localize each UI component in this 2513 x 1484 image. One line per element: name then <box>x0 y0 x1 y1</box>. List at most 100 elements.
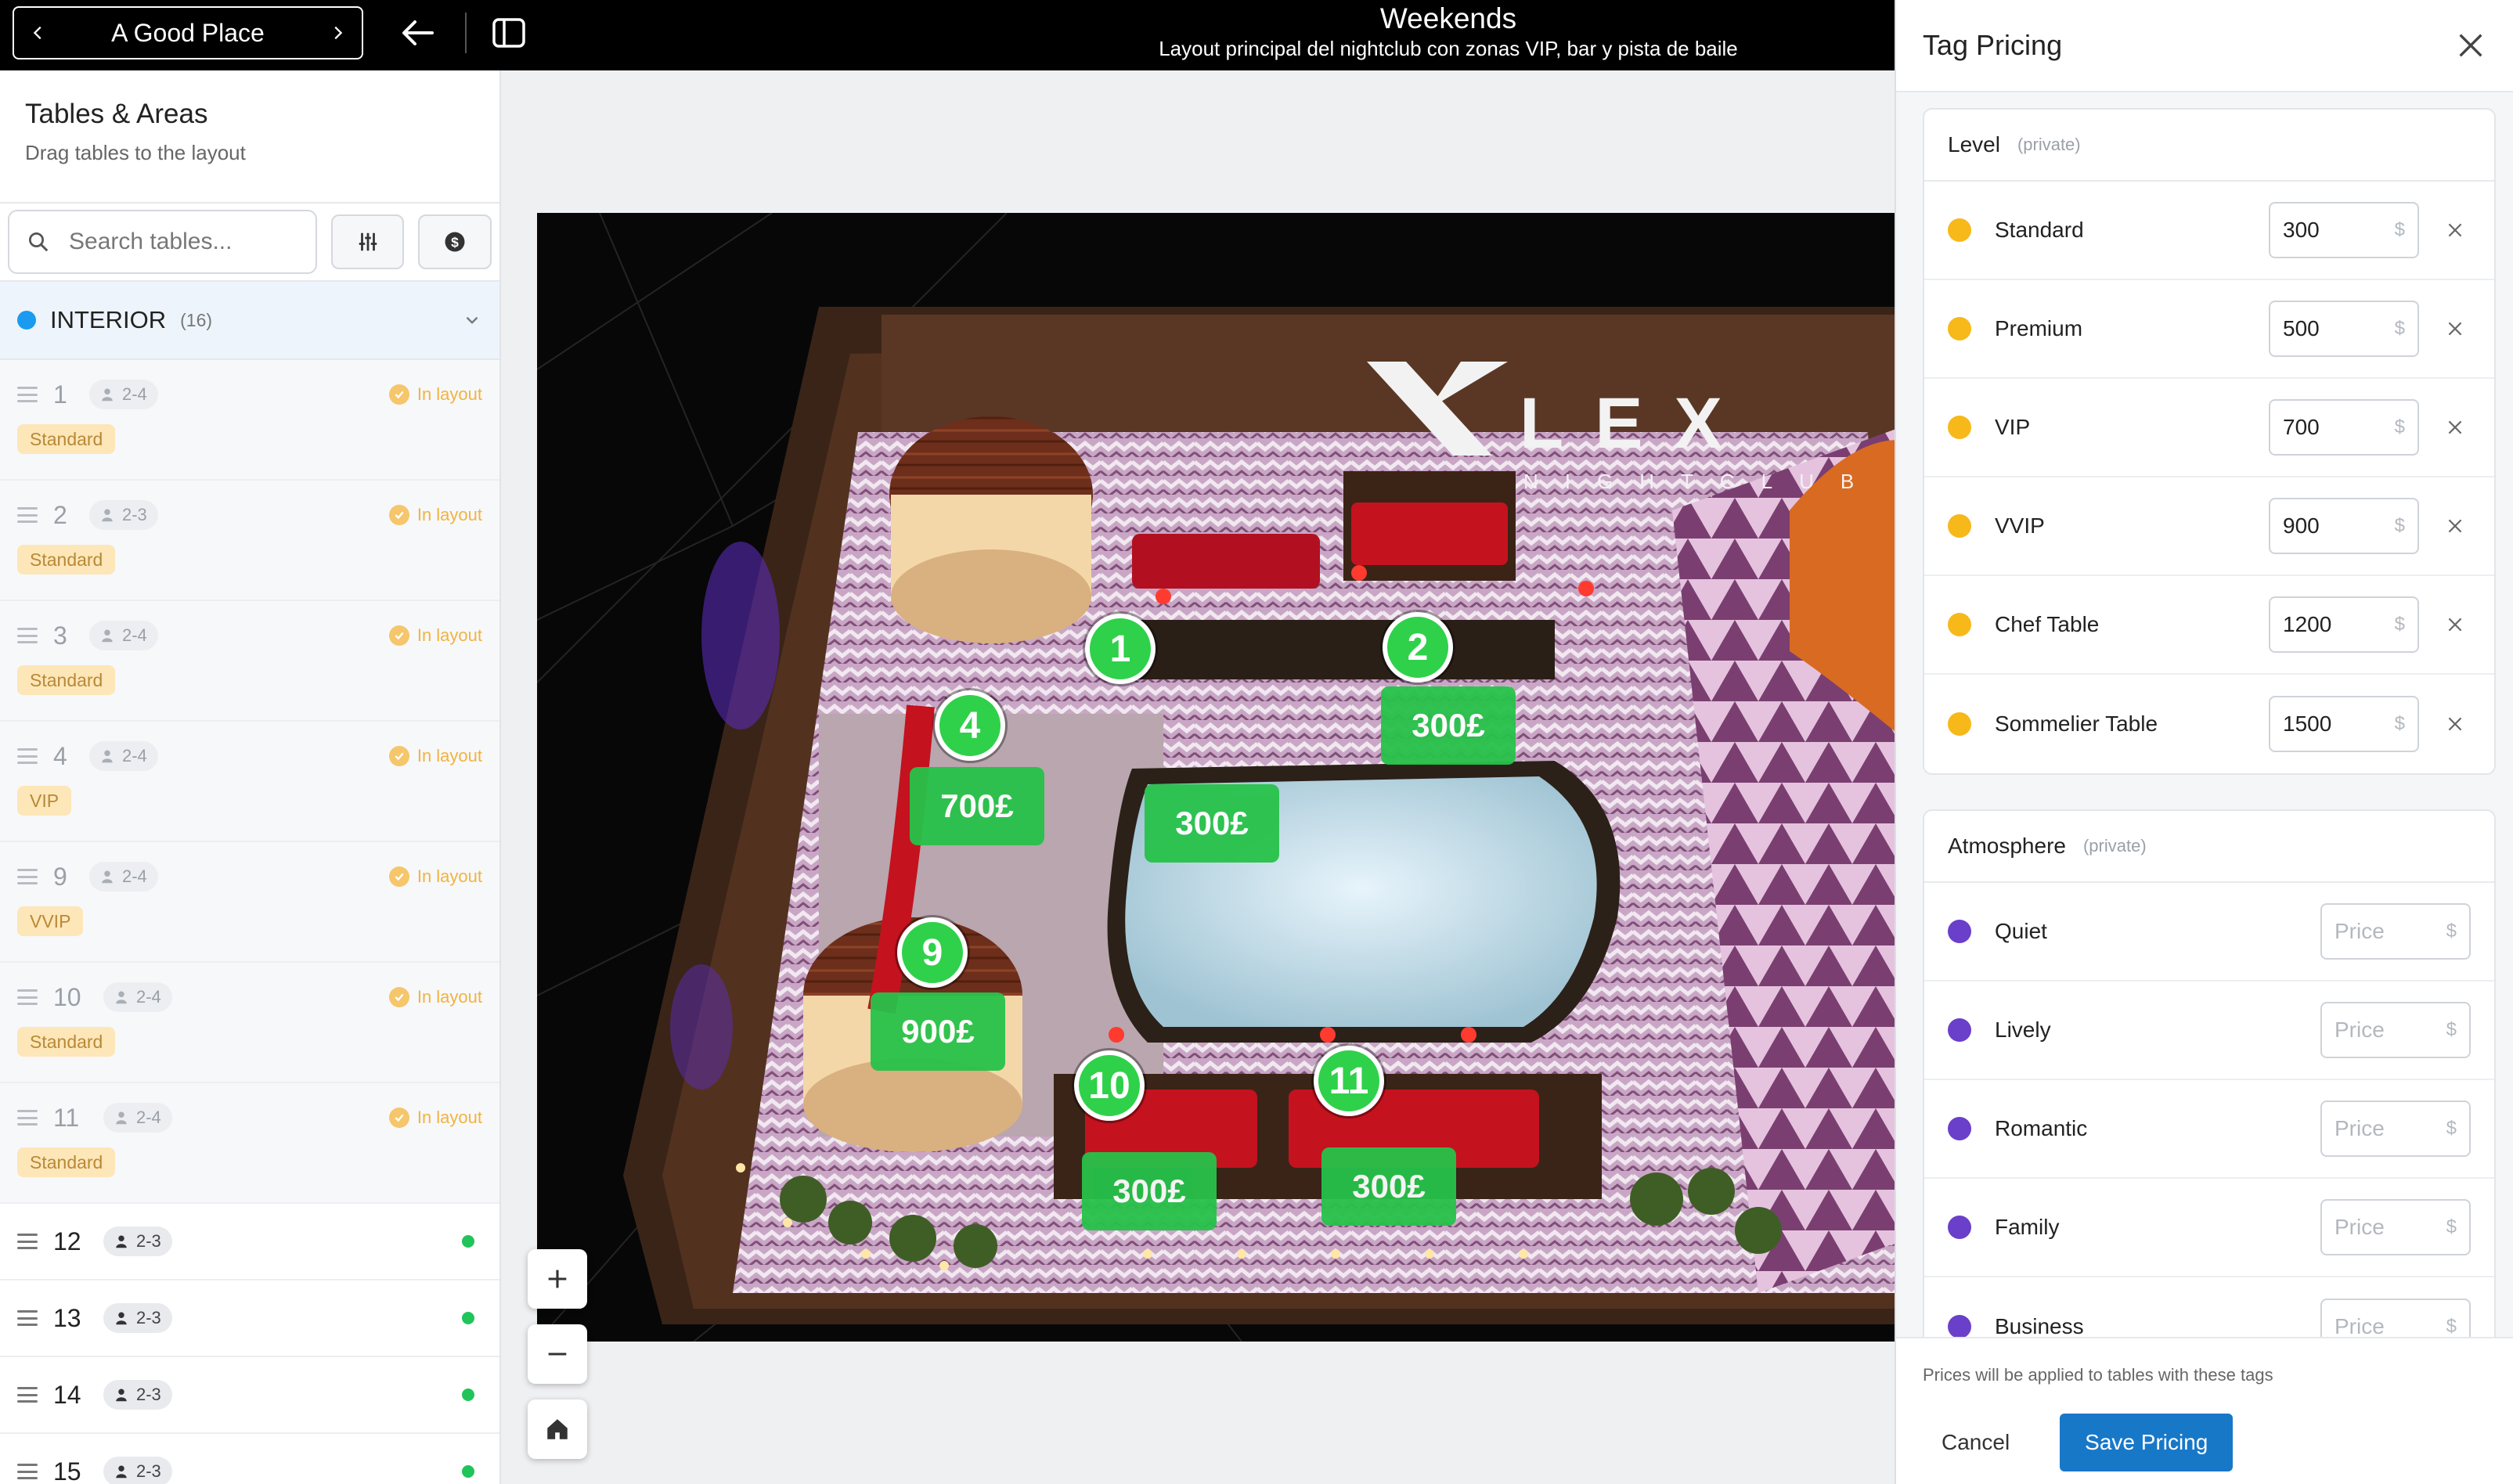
tag-color-dot <box>1948 317 1971 340</box>
toolbar-divider <box>465 13 467 53</box>
price-input[interactable]: 500 $ <box>2269 301 2419 357</box>
cancel-button[interactable]: Cancel <box>1923 1414 2028 1471</box>
back-button[interactable] <box>398 14 438 52</box>
table-row[interactable]: 10 2-4 In layout Standard <box>0 963 499 1083</box>
price-input[interactable]: Price $ <box>2320 1002 2471 1058</box>
person-icon <box>116 1465 127 1479</box>
area-section-interior[interactable]: INTERIOR (16) <box>0 282 499 360</box>
status-text: In layout <box>416 384 482 404</box>
home-icon <box>547 1419 568 1439</box>
save-pricing-button[interactable]: Save Pricing <box>2060 1414 2234 1471</box>
table-row[interactable]: 9 2-4 In layout VVIP <box>0 842 499 963</box>
table-pin[interactable]: 2 <box>1383 612 1453 683</box>
reset-view-button[interactable] <box>528 1399 587 1459</box>
currency-symbol: $ <box>2394 416 2405 438</box>
table-row[interactable]: 1 2-4 In layout Standard <box>0 360 499 481</box>
drag-handle-icon[interactable] <box>17 989 38 1005</box>
search-input[interactable]: Search tables... <box>8 210 317 274</box>
table-pin[interactable]: 9 <box>897 917 968 988</box>
drag-handle-icon[interactable] <box>17 1234 38 1249</box>
price-input[interactable]: Price $ <box>2320 1298 2471 1337</box>
table-number: 9 <box>53 862 67 891</box>
table-pin[interactable]: 11 <box>1314 1046 1384 1116</box>
price-input[interactable]: 1200 $ <box>2269 596 2419 653</box>
filter-button[interactable] <box>330 214 405 269</box>
drag-handle-icon[interactable] <box>17 1310 38 1326</box>
price-input[interactable]: Price $ <box>2320 1199 2471 1255</box>
table-row[interactable]: 2 2-3 In layout Standard <box>0 481 499 601</box>
drag-handle-icon[interactable] <box>17 748 38 764</box>
tag-label: Chef Table <box>1995 612 2100 636</box>
person-icon <box>102 388 113 402</box>
price-input[interactable]: 700 $ <box>2269 399 2419 456</box>
drag-handle-icon[interactable] <box>17 1464 38 1479</box>
price-row: Standard 300 $ <box>1924 182 2494 280</box>
price-placeholder: Price <box>2335 1215 2385 1239</box>
tag-pricing-panel: Tag Pricing Level (private) Standard 300… <box>1895 0 2513 1484</box>
status-text: In layout <box>416 625 482 645</box>
close-icon[interactable] <box>2455 30 2486 61</box>
zoom-out-button[interactable] <box>528 1324 587 1384</box>
panel-header: Tag Pricing <box>1896 0 2513 92</box>
table-row[interactable]: 15 2-3 <box>0 1434 499 1484</box>
remove-price-button[interactable] <box>2439 412 2471 443</box>
drag-handle-icon[interactable] <box>17 387 38 402</box>
price-value: 1200 <box>2283 612 2332 636</box>
capacity-text: 2-3 <box>136 1308 161 1327</box>
price-row: VVIP 900 $ <box>1924 477 2494 576</box>
price-value: 1500 <box>2283 711 2332 736</box>
person-icon <box>102 750 113 763</box>
price-input[interactable]: 900 $ <box>2269 498 2419 554</box>
remove-price-button[interactable] <box>2439 313 2471 344</box>
chevron-right-icon[interactable] <box>329 24 346 41</box>
remove-price-button[interactable] <box>2439 609 2471 640</box>
sidebar-title: Tables & Areas <box>25 99 208 129</box>
capacity-badge: 2-3 <box>89 500 158 530</box>
price-input[interactable]: 1500 $ <box>2269 696 2419 752</box>
capacity-badge: 2-4 <box>89 380 158 409</box>
status-badge: In layout <box>388 384 482 405</box>
layout-subtitle: Layout principal del nightclub con zonas… <box>1159 37 1738 60</box>
table-pin[interactable]: 4 <box>935 690 1005 761</box>
venue-name: A Good Place <box>111 18 265 47</box>
remove-price-button[interactable] <box>2439 214 2471 246</box>
chevron-left-icon[interactable] <box>30 24 47 41</box>
drag-handle-icon[interactable] <box>17 628 38 643</box>
drag-handle-icon[interactable] <box>17 1387 38 1403</box>
zoom-in-button[interactable] <box>528 1249 587 1309</box>
drag-handle-icon[interactable] <box>17 869 38 884</box>
price-input[interactable]: Price $ <box>2320 903 2471 960</box>
tag-color-dot <box>1948 514 1971 538</box>
toggle-sidebar-button[interactable] <box>489 14 529 52</box>
layout-canvas[interactable]: LEX NIGHTCLUB 1 2 4 9 10 11 300£ 300£ 70… <box>501 70 1931 1484</box>
price-row: Family Price $ <box>1924 1179 2494 1277</box>
capacity-badge: 2-3 <box>103 1457 172 1484</box>
venue-selector[interactable]: A Good Place <box>13 6 363 59</box>
table-row[interactable]: 3 2-4 In layout Standard <box>0 601 499 722</box>
price-input[interactable]: Price $ <box>2320 1100 2471 1157</box>
drag-handle-icon[interactable] <box>17 1110 38 1126</box>
table-row[interactable]: 11 2-4 In layout Standard <box>0 1083 499 1204</box>
area-count: (16) <box>180 309 213 330</box>
price-row: VIP 700 $ <box>1924 379 2494 477</box>
floor-plan[interactable]: LEX NIGHTCLUB 1 2 4 9 10 11 300£ 300£ 70… <box>537 213 1931 1342</box>
remove-price-button[interactable] <box>2439 708 2471 740</box>
tag-label: Premium <box>1995 316 2083 340</box>
status-text: In layout <box>416 987 482 1007</box>
placed-table-list: 1 2-4 In layout Standard 2 2-3 In layout… <box>0 360 499 1204</box>
table-pin[interactable]: 1 <box>1085 614 1156 684</box>
table-row[interactable]: 4 2-4 In layout VIP <box>0 722 499 842</box>
table-row[interactable]: 12 2-3 <box>0 1204 499 1280</box>
remove-price-button[interactable] <box>2439 510 2471 542</box>
table-row[interactable]: 13 2-3 <box>0 1280 499 1357</box>
drag-handle-icon[interactable] <box>17 507 38 523</box>
table-row[interactable]: 14 2-3 <box>0 1357 499 1434</box>
table-pin[interactable]: 10 <box>1074 1050 1145 1121</box>
pricing-button[interactable]: $ <box>418 214 492 269</box>
person-icon <box>116 1389 127 1402</box>
panel-body[interactable]: Level (private) Standard 300 $ Premium 50… <box>1896 92 2513 1337</box>
card-header: Level (private) <box>1924 110 2494 182</box>
price-input[interactable]: 300 $ <box>2269 202 2419 258</box>
chevron-down-icon[interactable] <box>462 310 482 330</box>
plus-icon <box>548 1270 567 1288</box>
